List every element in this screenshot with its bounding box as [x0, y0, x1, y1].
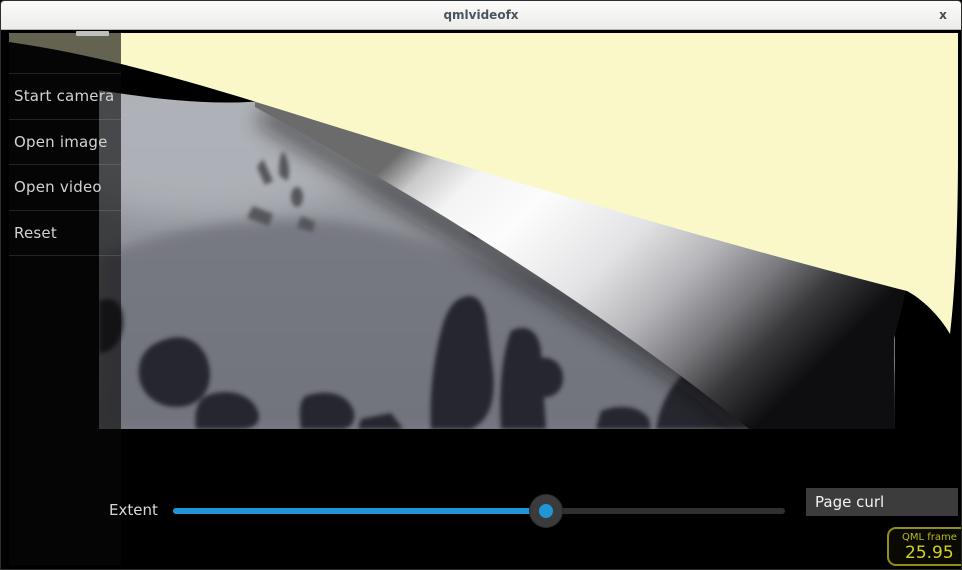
extent-label: Extent: [109, 501, 158, 519]
fps-label: QML frame r...: [902, 532, 962, 543]
title-bar: qmlvideofx x: [1, 1, 961, 30]
app-window: Start camera Open image Open video Reset…: [0, 0, 962, 570]
sidebar-menu: Start camera Open image Open video Reset: [9, 73, 121, 256]
extent-slider-track[interactable]: [173, 508, 785, 514]
sidebar-item-start-camera[interactable]: Start camera: [9, 74, 121, 120]
slider-handle-dot: [539, 504, 553, 518]
close-icon[interactable]: x: [935, 7, 951, 23]
fps-value: 25.95: [905, 543, 954, 563]
effect-selector-button[interactable]: Page curl: [806, 488, 958, 516]
sidebar-item-open-image[interactable]: Open image: [9, 120, 121, 166]
sidebar-item-open-video[interactable]: Open video: [9, 165, 121, 211]
sidebar-item-reset[interactable]: Reset: [9, 211, 121, 257]
fps-box: QML frame r... 25.95: [887, 527, 962, 566]
extent-slider-fill: [173, 508, 546, 514]
window-title: qmlvideofx: [1, 8, 961, 22]
menu-bar: [76, 31, 109, 36]
